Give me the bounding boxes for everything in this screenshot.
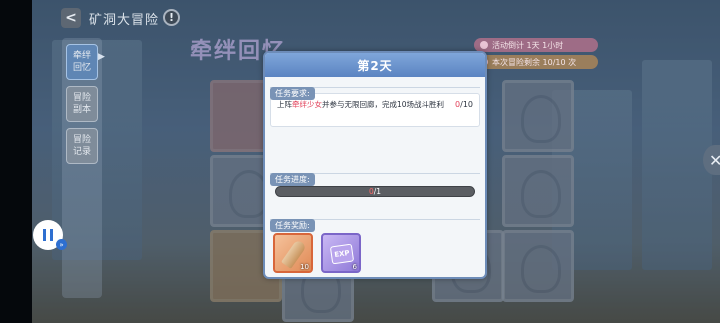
requirement-label: 任务要求: bbox=[270, 87, 315, 100]
progress-bar: 0/1 bbox=[275, 186, 475, 197]
reward-qty: 6 bbox=[352, 263, 357, 271]
back-button[interactable]: < bbox=[61, 8, 81, 28]
attempts-badge: 本次冒险剩余 10/10 次 bbox=[474, 55, 598, 69]
req-total: /10 bbox=[460, 100, 473, 109]
exp-card-icon: EXP bbox=[329, 243, 355, 265]
requirement-count: 0/10 bbox=[455, 98, 473, 111]
rewards-header: 任务奖励: bbox=[270, 213, 480, 232]
req-text-before: 上阵 bbox=[277, 100, 292, 109]
left-edge-bar bbox=[0, 0, 32, 323]
req-text-after: 并参与无限回廊，完成10场战斗胜利 bbox=[322, 100, 445, 109]
attempts-text: 本次冒险剩余 10/10 次 bbox=[492, 57, 577, 67]
reward-item-exp-card[interactable]: EXP 6 bbox=[321, 233, 361, 273]
reward-item-cone-shell[interactable]: 10 bbox=[273, 233, 313, 273]
clock-icon bbox=[480, 41, 488, 49]
tab-bond-memory[interactable]: 牵绊回忆 bbox=[66, 44, 98, 80]
task-dialog: 第2天 任务要求: 上阵牵绊少女并参与无限回廊，完成10场战斗胜利 0/10 任… bbox=[263, 51, 487, 279]
progress-total: /1 bbox=[373, 187, 382, 196]
info-icon[interactable]: ! bbox=[163, 9, 180, 26]
event-timer-text: 活动倒计 1天 1小时 bbox=[492, 40, 564, 50]
fast-forward-icon[interactable]: » bbox=[56, 239, 67, 250]
dialog-title: 第2天 bbox=[265, 53, 485, 77]
page-title: 矿洞大冒险 bbox=[89, 13, 160, 28]
rewards-label: 任务奖励: bbox=[270, 219, 315, 232]
progress-header: 任务进度: bbox=[270, 167, 480, 186]
reward-qty: 10 bbox=[300, 263, 309, 271]
tab-adventure-dungeon[interactable]: 冒险副本 bbox=[66, 86, 98, 122]
progress-label: 任务进度: bbox=[270, 173, 315, 186]
req-highlight: 牵绊少女 bbox=[292, 100, 322, 109]
event-timer-badge: 活动倒计 1天 1小时 bbox=[474, 38, 598, 52]
tab-adventure-log[interactable]: 冒险记录 bbox=[66, 128, 98, 164]
close-side-button[interactable]: ✕ bbox=[703, 145, 720, 175]
progress-text: 0/1 bbox=[276, 187, 474, 196]
chevron-right-icon: ▶ bbox=[98, 52, 105, 62]
pause-icon bbox=[43, 229, 53, 241]
